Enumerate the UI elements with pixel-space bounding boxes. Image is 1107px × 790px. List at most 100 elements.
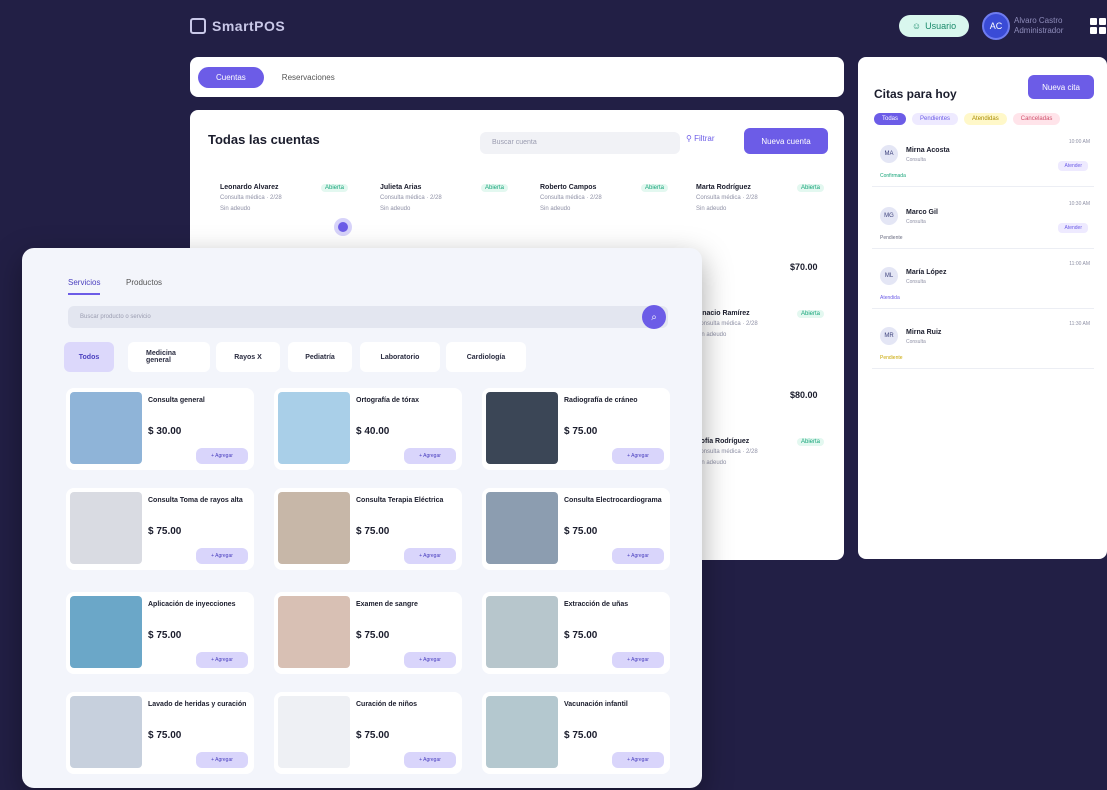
product-card[interactable]: Consulta Terapia Eléctrica $ 75.00 + Agreg…: [274, 488, 462, 570]
filter-icon: ⚲: [686, 134, 695, 143]
app-logo[interactable]: SmartPOS: [190, 18, 285, 34]
add-to-cart-button[interactable]: + Agregar: [404, 448, 456, 464]
add-to-cart-button[interactable]: + Agregar: [404, 652, 456, 668]
tab-cuentas[interactable]: Cuentas: [198, 66, 264, 88]
add-to-cart-button[interactable]: + Agregar: [196, 448, 248, 464]
product-name: Consulta Electrocardiograma: [564, 497, 662, 504]
add-to-cart-button[interactable]: + Agregar: [612, 548, 664, 564]
appointment-item[interactable]: ML María López Consulta 11:00 AM Atendid…: [872, 257, 1094, 309]
product-image: [70, 596, 142, 668]
status-badge: Abierta: [320, 184, 348, 192]
product-card[interactable]: Consulta Toma de rayos alta $ 75.00 + Agre…: [66, 488, 254, 570]
tab-servicios[interactable]: Servicios: [68, 278, 101, 295]
filter-button[interactable]: ⚲ Filtrar: [686, 134, 715, 143]
user-button[interactable]: ☺ Usuario: [899, 15, 969, 37]
tab-reservaciones[interactable]: Reservaciones: [282, 73, 335, 82]
filter-chip-todas[interactable]: Todas: [874, 113, 907, 125]
attend-button[interactable]: Atender: [1058, 161, 1088, 171]
account-card[interactable]: Sofía Rodríguez Consulta médica · 2/28 S…: [690, 434, 840, 514]
product-card[interactable]: Curación de niños $ 75.00 + Agregar: [274, 692, 462, 774]
status-badge: Abierta: [796, 184, 824, 192]
app-name: SmartPOS: [212, 18, 286, 34]
add-to-cart-button[interactable]: + Agregar: [612, 448, 664, 464]
add-fab-button[interactable]: [334, 218, 352, 236]
product-name: Aplicación de inyecciones: [148, 601, 236, 608]
product-card[interactable]: Vacunación infantil $ 75.00 + Agregar: [482, 692, 670, 774]
product-card[interactable]: Extracción de uñas $ 75.00 + Agregar: [482, 592, 670, 674]
category-pediatria[interactable]: Pediatría: [288, 342, 352, 372]
appointments-title: Citas para hoy: [874, 87, 957, 101]
product-name: Radiografía de cráneo: [564, 397, 638, 404]
category-laboratorio[interactable]: Laboratorio: [360, 342, 440, 372]
add-to-cart-button[interactable]: + Agregar: [404, 752, 456, 768]
logo-icon: [190, 18, 206, 34]
add-to-cart-button[interactable]: + Agregar: [612, 752, 664, 768]
search-button[interactable]: ⌕: [642, 305, 666, 329]
product-card[interactable]: Ortografía de tórax $ 40.00 + Agregar: [274, 388, 462, 470]
account-card[interactable]: Marta Rodríguez Consulta médica · 2/28 S…: [690, 180, 840, 260]
product-card[interactable]: Aplicación de inyecciones $ 75.00 + Agrega…: [66, 592, 254, 674]
product-name: Extracción de uñas: [564, 601, 629, 608]
product-price: $ 75.00: [356, 526, 390, 537]
add-to-cart-button[interactable]: + Agregar: [612, 652, 664, 668]
product-name: Consulta Toma de rayos alta: [148, 497, 243, 504]
product-image: [70, 492, 142, 564]
account-amount: $70.00: [790, 262, 818, 272]
product-image: [278, 392, 350, 464]
account-card[interactable]: Ignacio Ramírez Consulta médica · 2/28 S…: [690, 306, 840, 386]
category-rayos-x[interactable]: Rayos X: [216, 342, 280, 372]
product-price: $ 30.00: [148, 426, 182, 437]
products-search-input[interactable]: Buscar producto o servicio: [68, 306, 668, 328]
tab-productos[interactable]: Productos: [126, 278, 162, 287]
product-card[interactable]: Examen de sangre $ 75.00 + Agregar: [274, 592, 462, 674]
product-image: [278, 696, 350, 768]
filter-chip-canceladas[interactable]: Canceladas: [1012, 113, 1061, 125]
product-price: $ 75.00: [564, 730, 598, 741]
add-to-cart-button[interactable]: + Agregar: [404, 548, 456, 564]
product-card[interactable]: Radiografía de cráneo $ 75.00 + Agregar: [482, 388, 670, 470]
status-badge: Abierta: [480, 184, 508, 192]
product-image: [486, 492, 558, 564]
product-image: [278, 492, 350, 564]
product-card[interactable]: Lavado de heridas y curación $ 75.00 + Agr…: [66, 692, 254, 774]
account-amount: $80.00: [790, 390, 818, 400]
attend-button[interactable]: Atender: [1058, 223, 1088, 233]
product-name: Curación de niños: [356, 701, 418, 708]
appointment-item[interactable]: MA Mirna Acosta Consulta 10:00 AM Confir…: [872, 135, 1094, 187]
product-price: $ 75.00: [356, 630, 390, 641]
product-price: $ 75.00: [356, 730, 390, 741]
add-to-cart-button[interactable]: + Agregar: [196, 752, 248, 768]
product-name: Vacunación infantil: [564, 701, 628, 708]
filter-chip-pendientes[interactable]: Pendientes: [912, 113, 959, 125]
product-price: $ 75.00: [564, 630, 598, 641]
product-card[interactable]: Consulta Electrocardiograma $ 75.00 + Agre…: [482, 488, 670, 570]
product-name: Lavado de heridas y curación: [148, 701, 247, 708]
product-image: [486, 696, 558, 768]
category-medicina-general[interactable]: Medicina general: [128, 342, 210, 372]
add-to-cart-button[interactable]: + Agregar: [196, 548, 248, 564]
product-name: Ortografía de tórax: [356, 397, 420, 404]
category-todos[interactable]: Todos: [64, 342, 114, 372]
avatar[interactable]: AC: [982, 12, 1010, 40]
product-name: Consulta general: [148, 397, 205, 404]
apps-grid-icon[interactable]: [1090, 18, 1106, 34]
product-price: $ 75.00: [564, 526, 598, 537]
appointment-item[interactable]: MR Mirna Ruiz Consulta 11:30 AM Pendient…: [872, 317, 1094, 369]
product-image: [70, 392, 142, 464]
search-icon: ⌕: [651, 311, 657, 323]
product-image: [278, 596, 350, 668]
add-to-cart-button[interactable]: + Agregar: [196, 652, 248, 668]
new-account-button[interactable]: Nueva cuenta: [744, 128, 828, 154]
filter-chip-atendidas[interactable]: Atendidas: [964, 113, 1007, 125]
products-window: Servicios Productos Buscar producto o se…: [22, 248, 702, 788]
product-image: [486, 596, 558, 668]
new-appointment-button[interactable]: Nueva cita: [1028, 75, 1094, 99]
product-image: [70, 696, 142, 768]
user-name: Alvaro Castro Administrador: [1014, 16, 1064, 35]
accounts-search-input[interactable]: Buscar cuenta: [480, 132, 680, 154]
product-name: Examen de sangre: [356, 601, 418, 608]
category-cardiologia[interactable]: Cardiología: [446, 342, 526, 372]
appointment-item[interactable]: MG Marco Gil Consulta 10:30 AM Pendiente…: [872, 197, 1094, 249]
product-card[interactable]: Consulta general $ 30.00 + Agregar: [66, 388, 254, 470]
product-image: [486, 392, 558, 464]
